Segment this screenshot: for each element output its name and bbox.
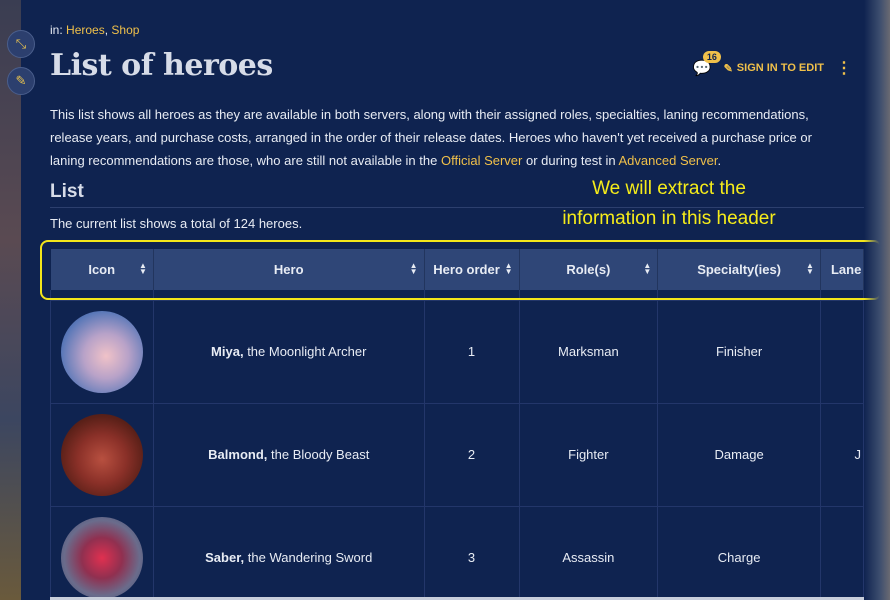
comment-button[interactable]: 💬 16: [693, 51, 721, 77]
hero-order-cell: 2: [423, 402, 520, 507]
sign-in-label: SIGN IN TO EDIT: [736, 62, 824, 74]
hero-avatar-saber[interactable]: [60, 516, 143, 599]
page-actions: 💬 16 ✎ SIGN IN TO EDIT ⋮: [693, 51, 852, 78]
role-link[interactable]: Marksman: [518, 299, 659, 404]
hero-link-saber[interactable]: Saber,: [205, 550, 244, 565]
annotation-text: We will extract the information in this …: [562, 178, 776, 229]
section-title: List: [50, 181, 84, 202]
hero-name-cell: Miya, the Moonlight Archer: [152, 299, 425, 404]
heroes-table: Icon ▲ ▼ Hero ▲ ▼ Hero order ▲ ▼ Role(s) ▲ ▼ Spe…: [50, 249, 865, 600]
role-link[interactable]: Assassin: [518, 505, 659, 600]
specialty-link[interactable]: Damage: [657, 402, 821, 507]
breadcrumb-link-shop[interactable]: Shop: [111, 23, 139, 37]
lane-cell: [819, 299, 865, 404]
specialty-link[interactable]: Finisher: [657, 299, 821, 404]
hero-name-cell: Balmond, the Bloody Beast: [152, 402, 425, 507]
edit-pencil-icon[interactable]: ✎: [7, 67, 35, 95]
comment-count-badge: 16: [702, 51, 721, 63]
hero-link-miya[interactable]: Miya,: [211, 344, 244, 359]
hero-name-cell: Saber, the Wandering Sword: [152, 505, 425, 600]
lane-cell: [819, 505, 865, 600]
hero-avatar-balmond[interactable]: [60, 413, 143, 496]
specialty-link[interactable]: Charge: [657, 505, 821, 600]
sort-icon[interactable]: ▲ ▼: [410, 262, 418, 276]
lane-cell[interactable]: J: [819, 402, 865, 507]
hero-link-balmond[interactable]: Balmond,: [208, 447, 267, 462]
sort-icon[interactable]: ▲ ▼: [806, 262, 814, 276]
scroll-fade: [864, 0, 890, 600]
sort-icon[interactable]: ▲ ▼: [505, 262, 513, 276]
table-row: Miya, the Moonlight Archer 1 Marksman Fi…: [50, 299, 865, 404]
role-link[interactable]: Fighter: [518, 402, 659, 507]
column-header-hero[interactable]: Hero ▲ ▼: [153, 249, 425, 290]
column-header-lane[interactable]: Lane: [820, 249, 865, 290]
official-server-link[interactable]: Official Server: [441, 153, 522, 168]
table-header-row: Icon ▲ ▼ Hero ▲ ▼ Hero order ▲ ▼ Role(s) ▲ ▼ Spe…: [50, 249, 865, 290]
table-spacer-row: [50, 290, 865, 300]
hero-order-cell: 1: [423, 299, 520, 404]
table-row: Balmond, the Bloody Beast 2 Fighter Dama…: [50, 402, 865, 507]
hero-order-cell: 3: [423, 505, 520, 600]
column-header-hero-order[interactable]: Hero order ▲ ▼: [424, 249, 520, 290]
intro-text-3: .: [717, 153, 722, 168]
table-row: Saber, the Wandering Sword 3 Assassin Ch…: [50, 505, 865, 600]
column-header-roles[interactable]: Role(s) ▲ ▼: [519, 249, 659, 290]
column-header-specialties[interactable]: Specialty(ies) ▲ ▼: [657, 249, 821, 290]
collapse-icon[interactable]: ⤡: [7, 30, 35, 58]
breadcrumb-link-heroes[interactable]: Heroes: [66, 23, 105, 37]
hero-avatar-miya[interactable]: [60, 310, 143, 393]
more-options-icon[interactable]: ⋮: [836, 58, 852, 78]
breadcrumb-prefix: in:: [50, 23, 63, 37]
page-title: List of heroes: [50, 48, 273, 83]
sort-icon[interactable]: ▲ ▼: [643, 262, 651, 276]
intro-paragraph: This list shows all heroes as they are a…: [50, 103, 850, 172]
hero-count-text: The current list shows a total of 124 he…: [50, 216, 303, 231]
intro-text-2: or during test in: [526, 153, 616, 168]
column-header-icon[interactable]: Icon ▲ ▼: [50, 249, 154, 290]
sign-in-to-edit-button[interactable]: ✎ SIGN IN TO EDIT: [724, 62, 824, 75]
advanced-server-link[interactable]: Advanced Server: [619, 153, 718, 168]
breadcrumb: in: Heroes, Shop: [50, 23, 140, 37]
sort-icon[interactable]: ▲ ▼: [139, 262, 147, 276]
pencil-icon: ✎: [723, 62, 733, 75]
